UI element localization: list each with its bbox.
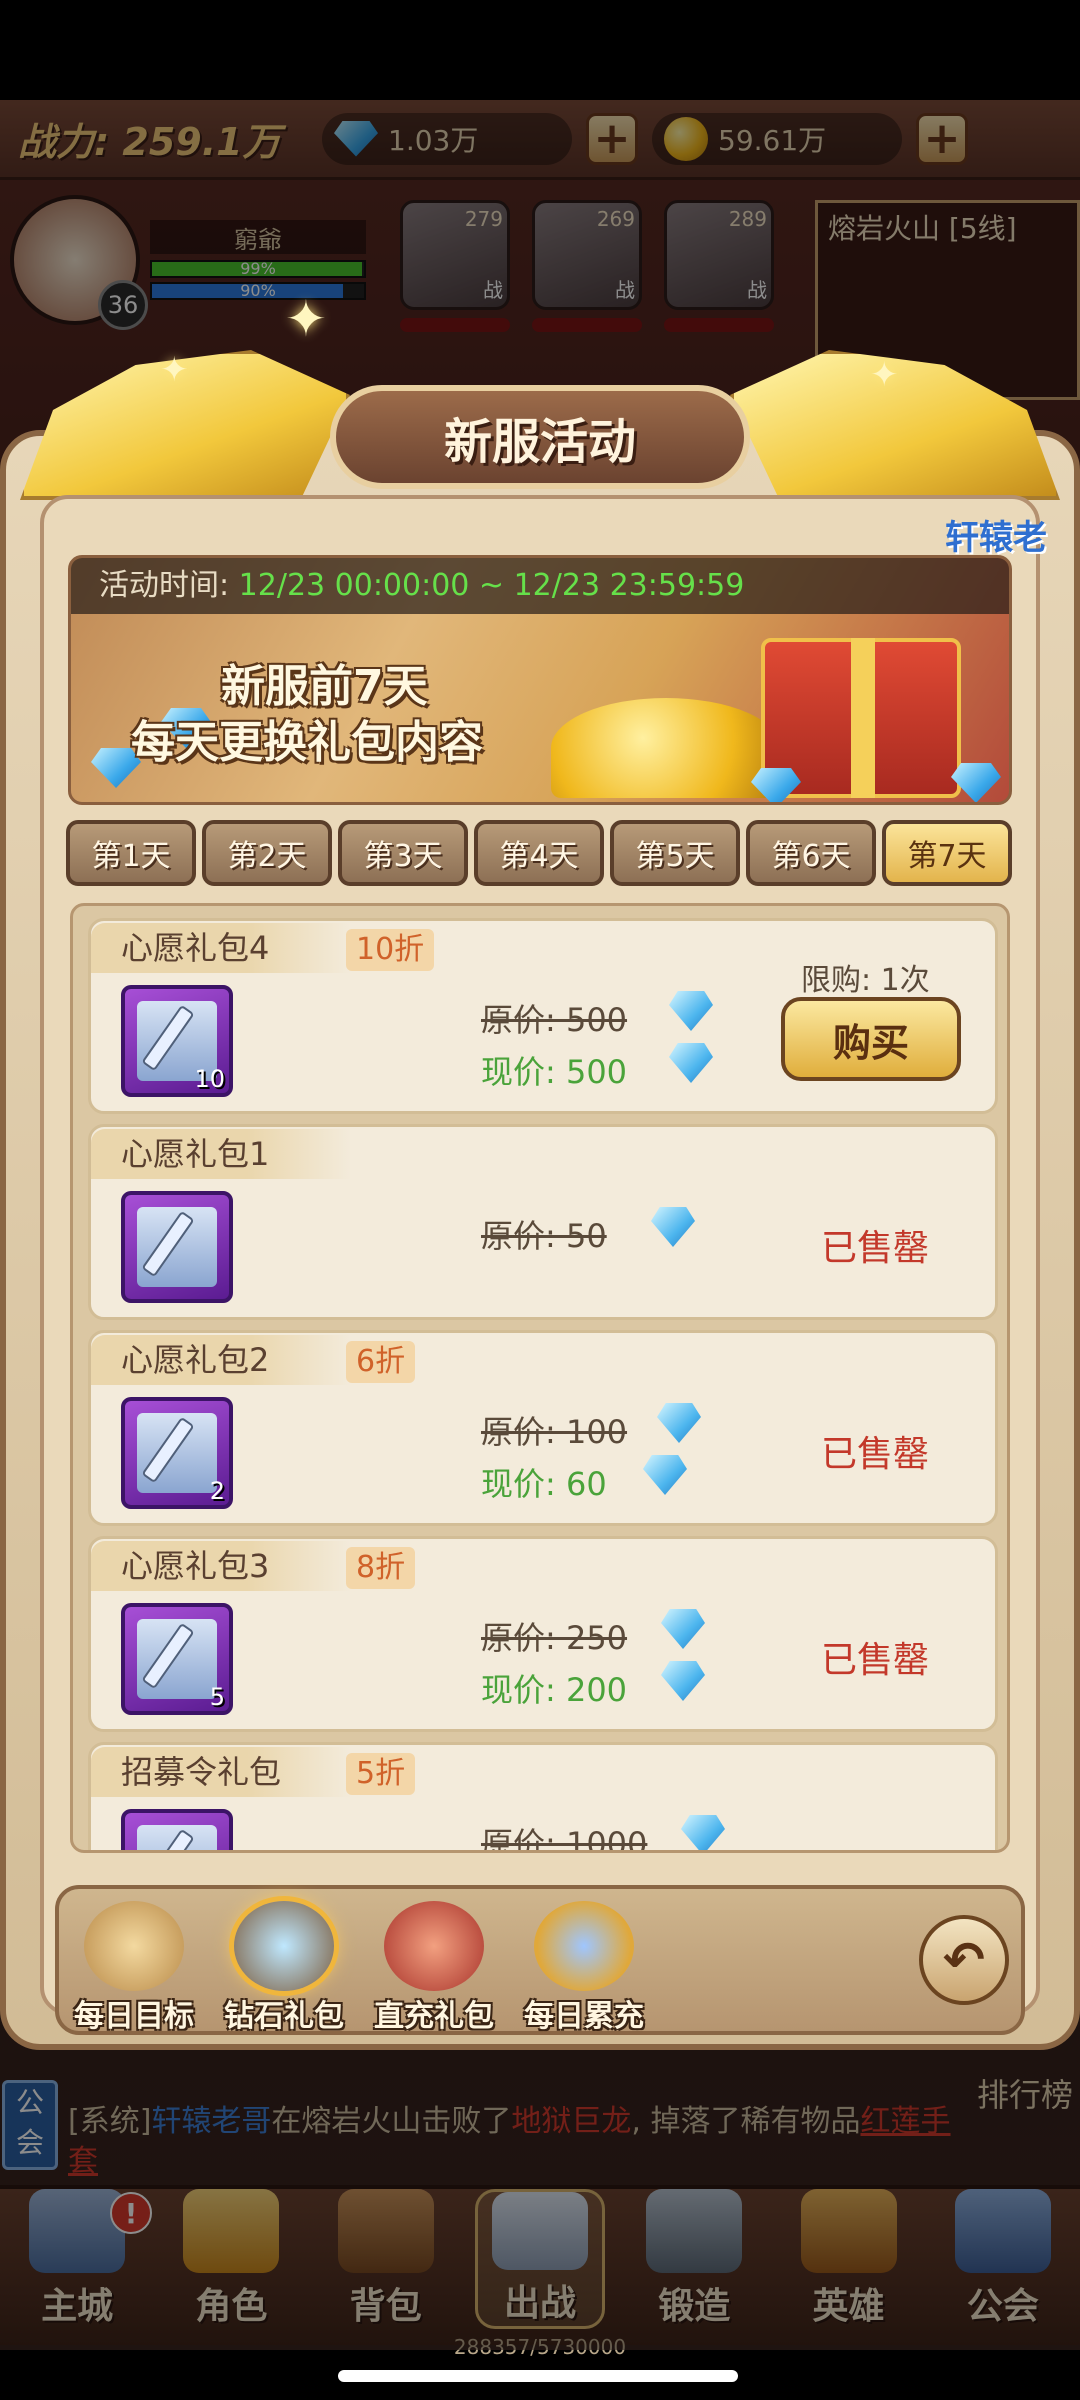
banner-subline: 每天更换礼包内容 [131,717,483,768]
tray-label: 每日目标 [74,1999,194,2034]
discount-badge: 6折 [346,1341,416,1383]
gem-icon [651,1207,695,1247]
star-badge-icon [534,1901,634,1991]
gem-icon [681,1815,725,1850]
original-price: 原价: 250 [481,1619,628,1657]
back-arrow-icon: ↶ [943,1931,985,1989]
item-count: 5 [209,1683,225,1711]
event-time: 活动时间: 12/23 00:00:00 ~ 12/23 23:59:59 [71,558,1009,614]
gem-icon [951,763,1001,802]
list-item: 心愿礼包2 6折 2 原价: 100 现价: 60 已售罄 [88,1330,998,1526]
event-time-label: 活动时间: [99,568,230,603]
list-item: 心愿礼包3 8折 5 原价: 250 现价: 200 已售罄 [88,1536,998,1732]
pack-name: 心愿礼包1 [91,1129,351,1179]
gem-icon [661,1661,705,1701]
original-price: 原价: 500 [481,1001,628,1039]
gem-icon [643,1455,687,1495]
gold-pile-icon [551,698,781,798]
gem-icon [751,768,801,802]
sparkle-icon: ✦ [160,350,189,390]
tray-label: 每日累充 [524,1999,644,2034]
dialog-title-plate: 新服活动 [330,385,750,489]
sword-item-icon[interactable] [121,1191,233,1303]
pack-name: 心愿礼包4 [91,923,351,973]
list-item: 心愿礼包1 原价: 50 已售罄 [88,1124,998,1320]
current-price: 现价: 500 [481,1053,628,1091]
event-category-tray: 每日目标 钻石礼包 直充礼包 每日累充 ↶ [55,1885,1025,2035]
tray-daily-goal[interactable]: 每日目标 [59,1901,209,2034]
event-banner: 活动时间: 12/23 00:00:00 ~ 12/23 23:59:59 新服… [68,555,1012,805]
dialog-title: 新服活动 [443,414,636,470]
sold-out-label: 已售罄 [821,1434,930,1475]
gem-icon [661,1609,705,1649]
gem-icon [669,1043,713,1083]
discount-badge: 10折 [346,929,435,971]
item-count: 10 [194,1065,225,1093]
new-server-event-dialog: ✦ ✦ ✦ 新服活动 轩辕老哥 活动时间: 12/23 00:00:00 ~ 1… [0,290,1080,2050]
list-item: 心愿礼包4 10折 10 原价: 500 现价: 500 限购: 1次 购买 [88,918,998,1114]
sword-item-icon[interactable]: 2 [121,1397,233,1509]
tab-day-4[interactable]: 第4天 [474,820,604,886]
original-price: 原价: 1000 [481,1825,648,1853]
sold-out-label: 已售罄 [821,1640,930,1681]
tray-direct-pack[interactable]: 直充礼包 [359,1901,509,2034]
tray-diamond-pack[interactable]: 钻石礼包 [209,1901,359,2034]
tab-day-6[interactable]: 第6天 [746,820,876,886]
current-price: 现价: 60 [481,1465,607,1503]
sold-out-label: 已售罄 [821,1228,930,1269]
original-price: 原价: 50 [481,1217,607,1255]
gift-box-icon [384,1901,484,1991]
purchase-limit: 限购: 1次 [801,963,930,998]
sword-item-icon[interactable] [121,1809,233,1850]
gem-icon [669,991,713,1031]
tab-day-1[interactable]: 第1天 [66,820,196,886]
tab-day-2[interactable]: 第2天 [202,820,332,886]
tab-day-3[interactable]: 第3天 [338,820,468,886]
pack-name: 心愿礼包3 [91,1541,351,1591]
item-count: 2 [209,1477,225,1505]
original-price: 原价: 100 [481,1413,628,1451]
pack-list[interactable]: 心愿礼包4 10折 10 原价: 500 现价: 500 限购: 1次 购买 心… [70,903,1010,1853]
scroll-icon [84,1901,184,1991]
back-button[interactable]: ↶ [919,1915,1009,2005]
gem-barrel-icon [234,1901,334,1991]
day-tabs: 第1天 第2天 第3天 第4天 第5天 第6天 第7天 [66,820,1012,886]
sword-item-icon[interactable]: 5 [121,1603,233,1715]
buy-button[interactable]: 购买 [781,997,961,1081]
list-item: 招募令礼包 5折 原价: 1000 [88,1742,998,1853]
tab-day-5[interactable]: 第5天 [610,820,740,886]
pack-name: 心愿礼包2 [91,1335,351,1385]
tray-label: 钻石礼包 [224,1999,344,2034]
banner-headline: 新服前7天 [221,661,428,712]
home-indicator[interactable] [338,2370,738,2382]
sword-item-icon[interactable]: 10 [121,985,233,1097]
current-price: 现价: 200 [481,1671,628,1709]
pack-name: 招募令礼包 [91,1747,351,1797]
gift-ribbon [851,638,875,798]
gem-icon [657,1403,701,1443]
sparkle-icon: ✦ [870,355,899,395]
tray-label: 直充礼包 [374,1999,494,2034]
discount-badge: 5折 [346,1753,416,1795]
sparkle-icon: ✦ [285,290,327,348]
discount-badge: 8折 [346,1547,416,1589]
event-time-value: 12/23 00:00:00 ~ 12/23 23:59:59 [238,568,745,603]
tab-day-7[interactable]: 第7天 [882,820,1012,886]
tray-daily-recharge[interactable]: 每日累充 [509,1901,659,2034]
